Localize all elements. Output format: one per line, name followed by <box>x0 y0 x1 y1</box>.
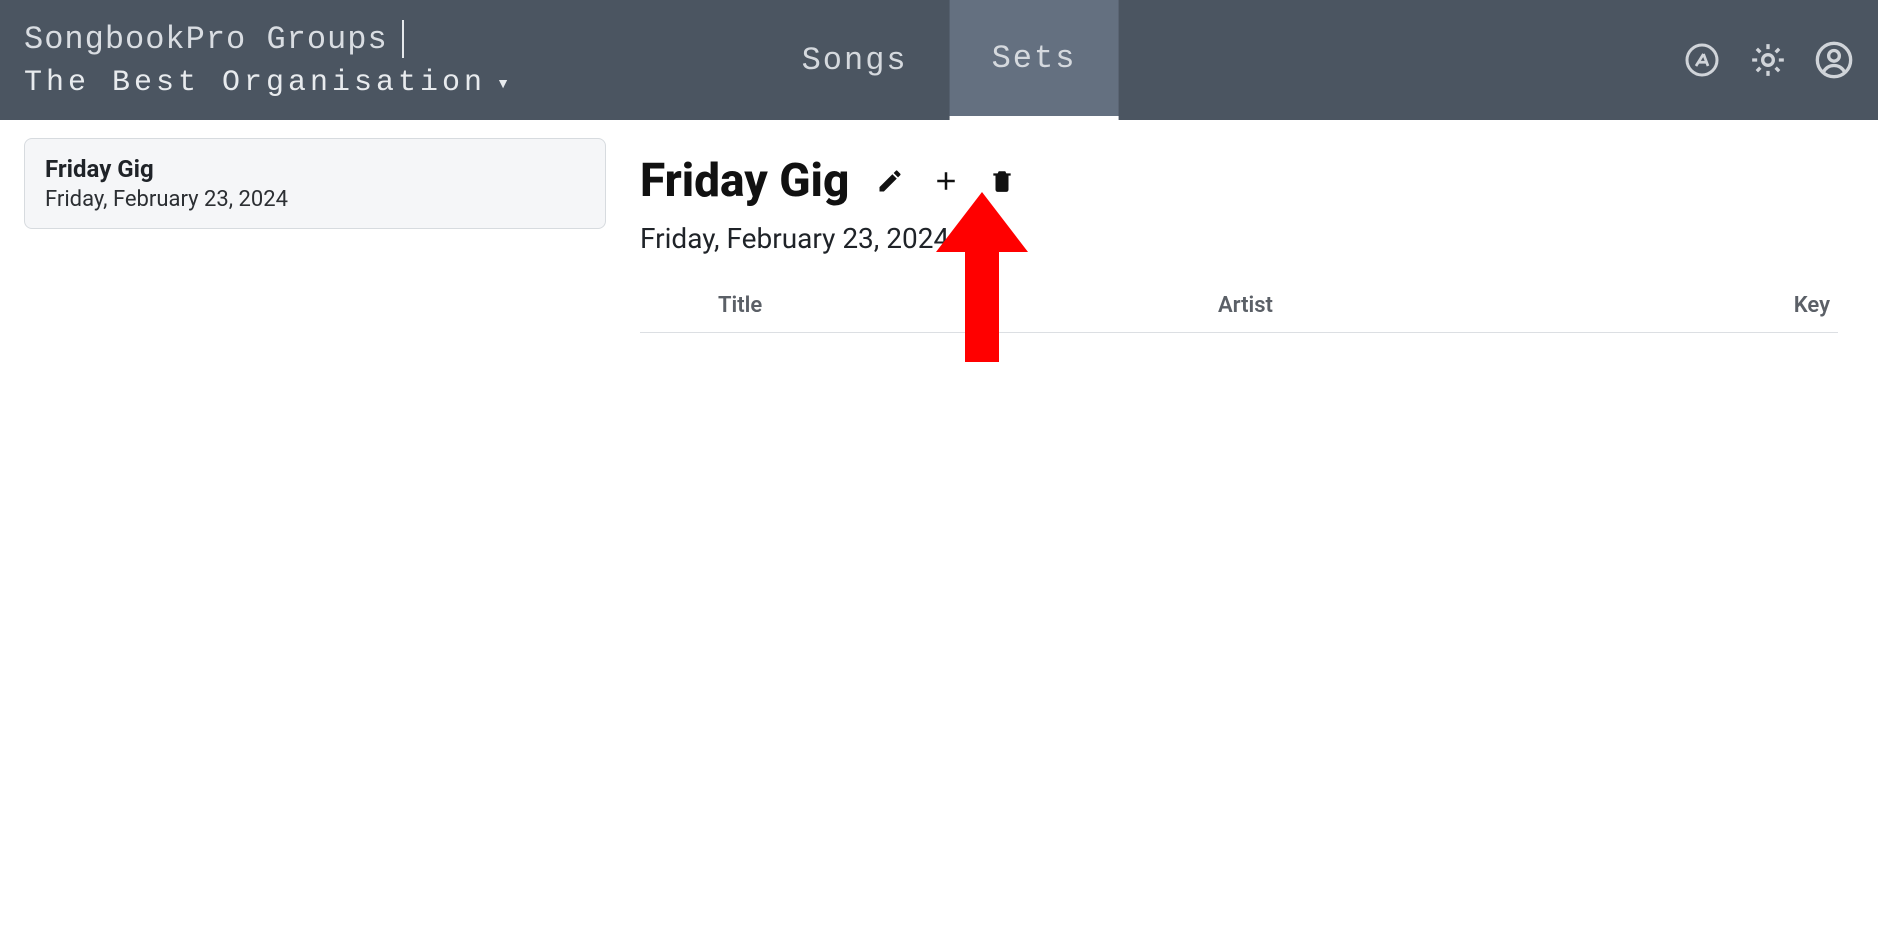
tab-sets[interactable]: Sets <box>950 0 1119 120</box>
main-tabs: Songs Sets <box>760 0 1119 120</box>
set-list-item-date: Friday, February 23, 2024 <box>45 187 585 212</box>
app-title-row: SongbookPro Groups <box>24 20 510 58</box>
plus-icon[interactable] <box>931 166 961 196</box>
caret-down-icon: ▼ <box>496 75 510 92</box>
content: Friday Gig Friday, February 23, 2024 Fri… <box>0 120 1878 952</box>
set-date: Friday, February 23, 2024 <box>640 222 1838 255</box>
col-handle <box>640 293 718 318</box>
songs-table-header: Title Artist Key <box>640 293 1838 333</box>
set-title: Friday Gig <box>640 154 849 208</box>
col-header-artist: Artist <box>1218 293 1748 318</box>
autoscroll-icon[interactable] <box>1682 40 1722 80</box>
app-header: SongbookPro Groups The Best Organisation… <box>0 0 1878 120</box>
tab-songs[interactable]: Songs <box>760 0 950 120</box>
title-divider <box>402 20 404 58</box>
set-header-row: Friday Gig <box>640 154 1838 208</box>
set-list-item[interactable]: Friday Gig Friday, February 23, 2024 <box>24 138 606 229</box>
set-detail: Friday Gig Friday, February 23, 2024 Tit… <box>630 120 1878 952</box>
col-header-key: Key <box>1748 293 1838 318</box>
col-header-title: Title <box>718 293 1218 318</box>
org-name: The Best Organisation <box>24 66 486 100</box>
org-selector[interactable]: The Best Organisation ▼ <box>24 66 510 100</box>
trash-icon[interactable] <box>987 166 1017 196</box>
header-left: SongbookPro Groups The Best Organisation… <box>0 0 510 120</box>
app-title: SongbookPro Groups <box>24 21 388 58</box>
header-right <box>1682 0 1854 120</box>
gear-icon[interactable] <box>1748 40 1788 80</box>
pencil-icon[interactable] <box>875 166 905 196</box>
account-icon[interactable] <box>1814 40 1854 80</box>
set-list-item-title: Friday Gig <box>45 155 585 183</box>
sets-sidebar: Friday Gig Friday, February 23, 2024 <box>0 120 630 952</box>
annotation-arrow-icon <box>936 192 1028 362</box>
